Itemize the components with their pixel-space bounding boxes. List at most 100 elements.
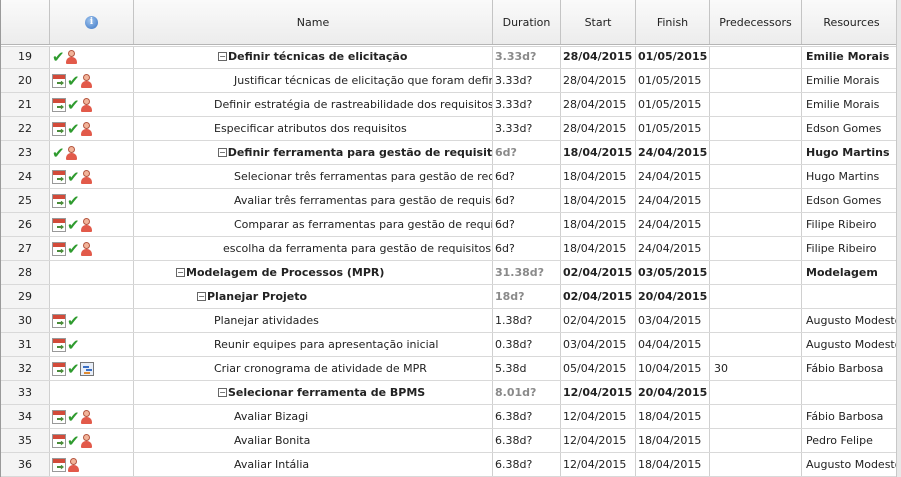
table-row[interactable]: 24 ✔ Selecionar três ferramentas para gest…: [1, 165, 901, 189]
finish-cell[interactable]: 20/04/2015: [636, 285, 710, 308]
predecessors-cell[interactable]: [710, 213, 802, 236]
collapse-toggle-icon[interactable]: −: [218, 52, 227, 61]
collapse-toggle-icon[interactable]: −: [176, 268, 185, 277]
task-name-cell[interactable]: escolha da ferramenta para gestão de req…: [134, 237, 493, 260]
finish-cell[interactable]: 18/04/2015: [636, 429, 710, 452]
duration-cell[interactable]: 6d?: [493, 141, 561, 164]
header-indicators[interactable]: i: [50, 0, 134, 44]
predecessors-cell[interactable]: [710, 285, 802, 308]
table-row[interactable]: 31 ✔ Reunir equipes para apresentação inic…: [1, 333, 901, 357]
start-cell[interactable]: 03/04/2015: [561, 333, 636, 356]
task-name-cell[interactable]: Planejar atividades: [134, 309, 493, 332]
row-number[interactable]: 33: [1, 381, 50, 404]
task-name-cell[interactable]: Avaliar Bonita: [134, 429, 493, 452]
table-row[interactable]: 35 ✔ Avaliar Bonita 6.38d? 12/04/2015 18/04/2…: [1, 429, 901, 453]
resources-cell[interactable]: Emilie Morais: [802, 93, 901, 116]
row-number[interactable]: 32: [1, 357, 50, 380]
predecessors-cell[interactable]: [710, 141, 802, 164]
table-row[interactable]: 33− Selecionar ferramenta de BPMS 8.01d? 12…: [1, 381, 901, 405]
collapse-toggle-icon[interactable]: −: [218, 388, 227, 397]
finish-cell[interactable]: 01/05/2015: [636, 93, 710, 116]
row-number[interactable]: 35: [1, 429, 50, 452]
header-row-number[interactable]: [1, 0, 50, 44]
row-number[interactable]: 25: [1, 189, 50, 212]
table-row[interactable]: 25 ✔ Avaliar três ferramentas para gestão …: [1, 189, 901, 213]
duration-cell[interactable]: 18d?: [493, 285, 561, 308]
duration-cell[interactable]: 5.38d: [493, 357, 561, 380]
resources-cell[interactable]: Edson Gomes: [802, 117, 901, 140]
table-row[interactable]: 28− Modelagem de Processos (MPR) 31.38d? 02…: [1, 261, 901, 285]
finish-cell[interactable]: 24/04/2015: [636, 213, 710, 236]
start-cell[interactable]: 18/04/2015: [561, 141, 636, 164]
table-row[interactable]: 20 ✔ Justificar técnicas de elicitação que…: [1, 69, 901, 93]
start-cell[interactable]: 02/04/2015: [561, 309, 636, 332]
task-name-cell[interactable]: Avaliar três ferramentas para gestão de …: [134, 189, 493, 212]
header-resources[interactable]: Resources: [802, 0, 901, 44]
task-name-cell[interactable]: Selecionar três ferramentas para gestão …: [134, 165, 493, 188]
table-row[interactable]: 36 Avaliar Intália 6.38d? 12/04/2015 18/04/2…: [1, 453, 901, 477]
finish-cell[interactable]: 18/04/2015: [636, 405, 710, 428]
resources-cell[interactable]: Edson Gomes: [802, 189, 901, 212]
header-predecessors[interactable]: Predecessors: [710, 0, 802, 44]
finish-cell[interactable]: 01/05/2015: [636, 117, 710, 140]
duration-cell[interactable]: 6.38d?: [493, 405, 561, 428]
start-cell[interactable]: 02/04/2015: [561, 285, 636, 308]
start-cell[interactable]: 28/04/2015: [561, 45, 636, 68]
task-name-cell[interactable]: − Modelagem de Processos (MPR): [134, 261, 493, 284]
start-cell[interactable]: 28/04/2015: [561, 69, 636, 92]
task-name-cell[interactable]: Justificar técnicas de elicitação que fo…: [134, 69, 493, 92]
collapse-toggle-icon[interactable]: −: [218, 148, 227, 157]
resources-cell[interactable]: Emilie Morais: [802, 69, 901, 92]
task-name-cell[interactable]: Definir estratégia de rastreabilidade do…: [134, 93, 493, 116]
finish-cell[interactable]: 04/04/2015: [636, 333, 710, 356]
duration-cell[interactable]: 6d?: [493, 165, 561, 188]
start-cell[interactable]: 12/04/2015: [561, 453, 636, 476]
duration-cell[interactable]: 31.38d?: [493, 261, 561, 284]
predecessors-cell[interactable]: [710, 45, 802, 68]
start-cell[interactable]: 18/04/2015: [561, 189, 636, 212]
table-row[interactable]: 34 ✔ Avaliar Bizagi 6.38d? 12/04/2015 18/04/2…: [1, 405, 901, 429]
duration-cell[interactable]: 6d?: [493, 189, 561, 212]
duration-cell[interactable]: 6d?: [493, 237, 561, 260]
duration-cell[interactable]: 1.38d?: [493, 309, 561, 332]
vertical-scrollbar[interactable]: [896, 0, 901, 477]
predecessors-cell[interactable]: [710, 117, 802, 140]
collapse-toggle-icon[interactable]: −: [197, 292, 206, 301]
duration-cell[interactable]: 3.33d?: [493, 69, 561, 92]
task-name-cell[interactable]: − Definir ferramenta para gestão de requi…: [134, 141, 493, 164]
resources-cell[interactable]: Pedro Felipe: [802, 429, 901, 452]
start-cell[interactable]: 18/04/2015: [561, 213, 636, 236]
predecessors-cell[interactable]: [710, 261, 802, 284]
start-cell[interactable]: 28/04/2015: [561, 117, 636, 140]
start-cell[interactable]: 12/04/2015: [561, 429, 636, 452]
finish-cell[interactable]: 03/04/2015: [636, 309, 710, 332]
start-cell[interactable]: 12/04/2015: [561, 405, 636, 428]
row-number[interactable]: 28: [1, 261, 50, 284]
row-number[interactable]: 22: [1, 117, 50, 140]
finish-cell[interactable]: 01/05/2015: [636, 69, 710, 92]
resources-cell[interactable]: Filipe Ribeiro: [802, 213, 901, 236]
resources-cell[interactable]: Hugo Martins: [802, 165, 901, 188]
header-start[interactable]: Start: [561, 0, 636, 44]
row-number[interactable]: 29: [1, 285, 50, 308]
start-cell[interactable]: 05/04/2015: [561, 357, 636, 380]
table-row[interactable]: 29− Planejar Projeto 18d? 02/04/2015 20/04/2…: [1, 285, 901, 309]
resources-cell[interactable]: Fábio Barbosa: [802, 405, 901, 428]
predecessors-cell[interactable]: [710, 405, 802, 428]
task-name-cell[interactable]: Comparar as ferramentas para gestão de r…: [134, 213, 493, 236]
task-name-cell[interactable]: Avaliar Bizagi: [134, 405, 493, 428]
resources-cell[interactable]: Emilie Morais: [802, 45, 901, 68]
table-row[interactable]: 32 ✔ Criar cronograma de atividade de MPR 5…: [1, 357, 901, 381]
row-number[interactable]: 19: [1, 45, 50, 68]
finish-cell[interactable]: 01/05/2015: [636, 45, 710, 68]
finish-cell[interactable]: 24/04/2015: [636, 141, 710, 164]
table-row[interactable]: 22 ✔ Especificar atributos dos requisitos 3…: [1, 117, 901, 141]
duration-cell[interactable]: 0.38d?: [493, 333, 561, 356]
start-cell[interactable]: 18/04/2015: [561, 237, 636, 260]
finish-cell[interactable]: 18/04/2015: [636, 453, 710, 476]
row-number[interactable]: 23: [1, 141, 50, 164]
finish-cell[interactable]: 10/04/2015: [636, 357, 710, 380]
duration-cell[interactable]: 3.33d?: [493, 117, 561, 140]
resources-cell[interactable]: Fábio Barbosa: [802, 357, 901, 380]
duration-cell[interactable]: 6.38d?: [493, 453, 561, 476]
